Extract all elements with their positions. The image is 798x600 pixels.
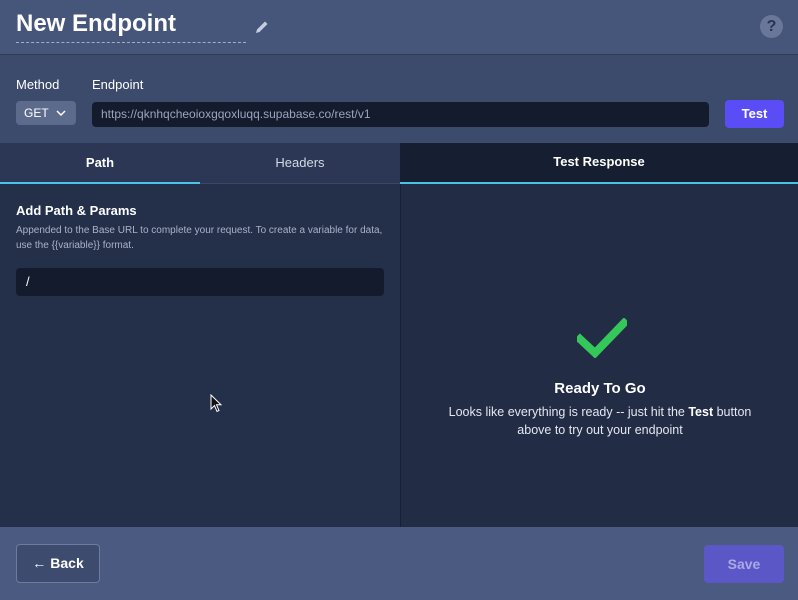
arrow-left-icon: ← <box>32 555 47 571</box>
method-value: GET <box>24 106 49 120</box>
response-panel: Ready To Go Looks like everything is rea… <box>400 184 798 527</box>
endpoint-config: Method Endpoint GET https://qknhqcheoiox… <box>0 55 798 143</box>
back-button[interactable]: ← Back <box>16 544 100 583</box>
page-title[interactable]: New Endpoint <box>16 10 246 43</box>
request-tabs: Path Headers <box>0 143 400 184</box>
ready-desc-text: Looks like everything is ready -- just h… <box>448 405 689 419</box>
method-select[interactable]: GET <box>16 101 76 125</box>
save-button[interactable]: Save <box>704 545 784 583</box>
path-panel: Add Path & Params Appended to the Base U… <box>0 184 400 527</box>
path-section-title: Add Path & Params <box>16 203 137 218</box>
help-icon[interactable]: ? <box>760 15 783 38</box>
path-input[interactable]: / <box>16 268 384 296</box>
tab-path[interactable]: Path <box>0 143 200 184</box>
ready-desc-test: Test <box>688 405 714 419</box>
back-label: Back <box>50 555 84 571</box>
endpoint-input[interactable]: https://qknhqcheoioxgqoxluqq.supabase.co… <box>92 102 709 127</box>
checkmark-icon <box>577 318 627 358</box>
chevron-down-icon <box>56 110 66 117</box>
ready-title: Ready To Go <box>554 380 646 397</box>
tab-headers[interactable]: Headers <box>200 143 400 184</box>
tab-test-response[interactable]: Test Response <box>400 143 798 184</box>
test-button[interactable]: Test <box>725 100 784 128</box>
pencil-icon[interactable] <box>254 19 270 35</box>
footer-bar: ← Back Save <box>0 527 798 600</box>
mouse-cursor-icon <box>210 394 223 413</box>
path-section-description: Appended to the Base URL to complete you… <box>16 225 383 251</box>
ready-description: Looks like everything is ready -- just h… <box>441 403 759 439</box>
header-bar: New Endpoint ? <box>0 0 798 55</box>
method-label: Method <box>16 77 60 92</box>
endpoint-label: Endpoint <box>92 77 144 92</box>
